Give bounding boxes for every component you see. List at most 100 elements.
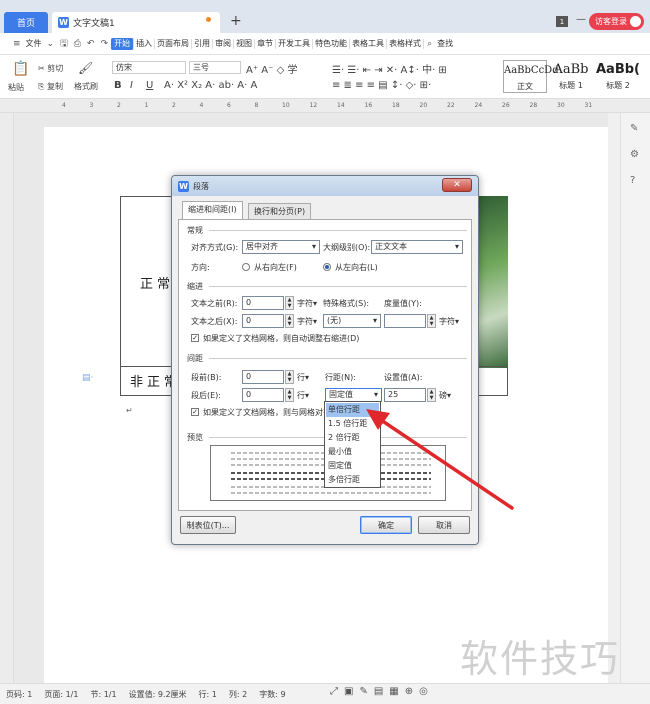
menu-table-style[interactable]: 表格样式 [387,38,425,49]
redo-icon[interactable]: ↷ [101,39,109,49]
scrollbar[interactable] [608,113,620,683]
paragraph-handle-icon[interactable]: ▤· [82,373,93,383]
copy-button[interactable]: ⎘ 复制 [38,81,63,92]
grid-align-checkbox[interactable]: ✓ [191,408,199,416]
menu-view[interactable]: 视图 [234,38,256,49]
tab-stops-button[interactable]: 制表位(T)... [180,516,236,534]
cancel-button[interactable]: 取消 [418,516,470,534]
divider [209,230,467,231]
format-painter-button[interactable]: 格式刷 [74,81,98,92]
setting-value-unit[interactable]: 磅▾ [439,390,451,401]
italic-button[interactable]: I [130,80,133,91]
hamburger-icon[interactable]: ≡ [13,39,21,49]
measure-unit[interactable]: 字符▾ [439,316,459,327]
menu-table-tools[interactable]: 表格工具 [350,38,388,49]
help-icon[interactable]: ? [630,175,635,186]
menu-search[interactable]: 查找 [435,39,455,49]
space-after-input[interactable]: 0 [242,388,284,402]
guest-login-button[interactable]: 访客登录 [589,13,644,30]
style-heading2[interactable]: AaBb(标题 2 [594,60,642,93]
tab-home[interactable]: 首页 [4,12,48,33]
close-icon[interactable]: ✕ [442,178,472,192]
menu-layout[interactable]: 页面布局 [155,38,193,49]
text-effects-icon[interactable]: A· X² X₂ A· ab· A· A [164,80,257,91]
cut-button[interactable]: ✂ 剪切 [38,63,63,74]
alignment-select[interactable]: 居中对齐 [242,240,320,254]
indent-before-unit[interactable]: 字符▾ [297,298,317,309]
indent-after-spinner[interactable]: ▲ ▼ [285,314,294,328]
outline-level-select[interactable]: 正文文本 [371,240,463,254]
undo-icon[interactable]: ↶ [87,39,95,49]
ruler-tick-label: 14 [337,102,345,109]
line-spacing-select[interactable]: 固定值 [325,388,382,402]
chevron-down-icon[interactable]: ⌄ [47,39,55,49]
view-mode-icons[interactable]: ⤢▣✎▤▦⊕◎ [330,686,434,697]
indent-after-input[interactable]: 0 [242,314,284,328]
bold-button[interactable]: B [114,80,122,91]
status-col: 列: 2 [228,689,248,699]
new-tab-icon[interactable]: + [230,13,242,29]
document-image[interactable] [474,196,508,368]
option-minimum[interactable]: 最小值 [326,445,379,459]
option-multiple[interactable]: 多倍行距 [326,473,379,487]
minimize-icon[interactable]: — [576,14,586,25]
horizontal-ruler[interactable]: 4 3 2 1 2 4 6 8 10 12 14 16 18 20 22 24 26 28 30 31 [0,99,650,113]
measure-input[interactable] [384,314,426,328]
adjust-icon[interactable]: ⚙ [630,149,639,160]
setting-value-input[interactable]: 25 [384,388,426,402]
setting-value-spinner[interactable]: ▲ ▼ [427,388,436,402]
section-indent: 缩进 [187,282,203,291]
font-size-select[interactable]: 三号 [189,61,241,74]
table-cell-normal[interactable]: 正常 [140,273,174,292]
menu-insert[interactable]: 插入 [134,38,156,49]
auto-adjust-checkbox[interactable]: ✓ [191,334,199,342]
vertical-ruler[interactable] [0,113,14,683]
menu-file[interactable]: 文件 [24,39,44,49]
indent-before-input[interactable]: 0 [242,296,284,310]
save-icon[interactable]: 🖫 [60,36,68,52]
style-normal[interactable]: AaBbCcDd 正文 [503,60,559,93]
menu-chapter[interactable]: 章节 [255,38,277,49]
ltr-radio[interactable] [323,263,331,271]
format-painter-icon[interactable]: 🖌 [78,61,93,75]
measure-label: 度量值(Y): [384,299,422,308]
tab-line-page-break[interactable]: 换行和分页(P) [248,203,312,219]
space-after-spinner[interactable]: ▲ ▼ [285,388,294,402]
print-icon[interactable]: ⎙ [74,39,81,49]
dialog-titlebar[interactable]: W 段落 [172,176,478,196]
window-count-badge[interactable]: 1 [556,16,568,27]
option-fixed[interactable]: 固定值 [326,459,379,473]
measure-spinner[interactable]: ▲ ▼ [427,314,436,328]
space-before-unit[interactable]: 行▾ [297,372,309,383]
rtl-radio[interactable] [242,263,250,271]
search-icon[interactable]: ⌕ [427,39,432,49]
option-single[interactable]: 单倍行距 [326,403,379,417]
menu-review[interactable]: 审阅 [213,38,235,49]
list-icon[interactable]: ☰· ☰· ⇤ ⇥ ✕· A↕· 中· ⊞ [332,61,447,76]
ok-button[interactable]: 确定 [360,516,412,534]
underline-button[interactable]: U [146,80,153,91]
tab-indent-spacing[interactable]: 缩进和间距(I) [182,201,243,219]
menu-features[interactable]: 特色功能 [313,38,351,49]
space-after-unit[interactable]: 行▾ [297,390,309,401]
option-1-5[interactable]: 1.5 倍行距 [326,417,379,431]
paragraph-align-icon[interactable]: ≡ ≣ ≡ ≡ ▤ ↕· ◇· ⊞· [332,80,431,91]
indent-after-unit[interactable]: 字符▾ [297,316,317,327]
special-format-select[interactable]: (无) [323,314,381,328]
space-before-spinner[interactable]: ▲ ▼ [285,370,294,384]
menu-reference[interactable]: 引用 [192,38,214,49]
status-words[interactable]: 字数: 9 [259,689,285,700]
style-heading1[interactable]: AaBb 标题 1 [549,60,593,93]
font-select[interactable]: 仿宋 [112,61,186,74]
space-before-input[interactable]: 0 [242,370,284,384]
paste-button[interactable]: 粘贴 [8,82,24,93]
indent-before-spinner[interactable]: ▲ ▼ [285,296,294,310]
tab-document[interactable]: W 文字文稿1 [52,12,220,33]
option-double[interactable]: 2 倍行距 [326,431,379,445]
menu-developer[interactable]: 开发工具 [276,38,314,49]
font-grow-shrink-icon[interactable]: A⁺ A⁻ ◇ 学 [246,61,297,76]
edit-pen-icon[interactable]: ✎ [630,123,638,134]
paste-icon[interactable]: 📋 [12,61,29,77]
menu-start[interactable]: 开始 [111,37,135,50]
section-general: 常规 [187,226,203,235]
